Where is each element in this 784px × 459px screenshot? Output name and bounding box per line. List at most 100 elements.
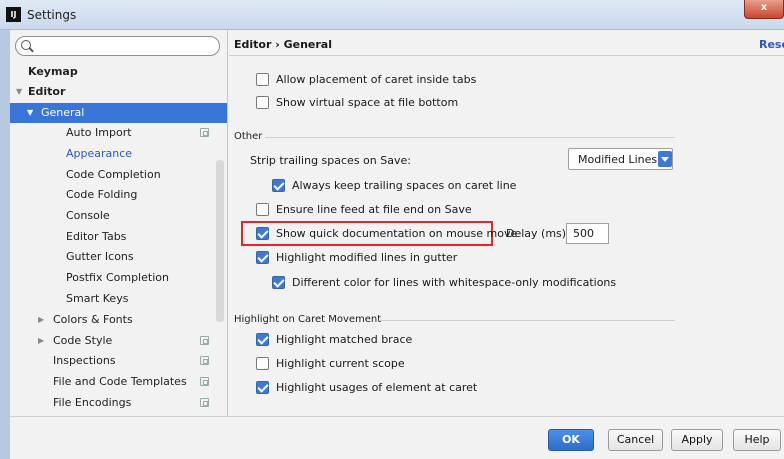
option-label: Highlight modified lines in gutter [276,251,458,264]
intellij-app-icon: IJ [6,7,21,22]
option-label: Show quick documentation on mouse move [276,227,518,240]
checkbox[interactable] [256,72,269,86]
sidebar-item-editor-tabs[interactable]: Editor Tabs [10,227,227,247]
sidebar-item-label: Editor [28,85,66,98]
sidebar-item-code-folding[interactable]: Code Folding [10,185,227,205]
breadcrumb-bar: Editor › General Reset [229,30,784,56]
ensure-line-feed-option[interactable]: Ensure line feed at file end on Save [256,202,472,220]
help-button[interactable]: Help [733,429,781,451]
sidebar-item-label: Auto Import [66,126,132,139]
checkbox[interactable] [256,95,269,109]
delay-label: Delay (ms): [506,227,570,240]
option-label: Different color for lines with whitespac… [292,276,617,289]
sidebar-item-console[interactable]: Console [10,206,227,226]
settings-sidebar: Keymap ▼ Editor ▼ General Auto Import Ap… [10,30,228,416]
strip-trailing-label: Strip trailing spaces on Save: [250,154,411,167]
sidebar-item-general[interactable]: ▼ General [10,103,227,123]
cancel-button[interactable]: Cancel [608,429,663,451]
sidebar-item-label: File and Code Templates [53,375,187,388]
sidebar-item-gutter-icons[interactable]: Gutter Icons [10,247,227,267]
sidebar-item-editor[interactable]: ▼ Editor [10,82,227,102]
search-input[interactable] [15,36,220,56]
sidebar-item-label: Appearance [66,147,133,160]
sidebar-item-label: Code Style [53,334,113,347]
section-divider [379,320,675,321]
checkbox[interactable] [272,275,285,289]
highlight-modified-option[interactable]: Highlight modified lines in gutter [256,250,457,268]
sidebar-item-label: File Encodings [53,396,132,409]
project-scope-icon [200,377,209,386]
settings-content: Editor › General Reset Allow placement o… [229,30,784,416]
usages-option[interactable]: Highlight usages of element at caret [256,380,477,398]
project-scope-icon [200,356,209,365]
project-scope-icon [200,398,209,407]
checkbox[interactable] [256,332,269,346]
collapsed-arrow-icon[interactable]: ▶ [38,331,44,351]
reset-link[interactable]: Reset [759,38,784,51]
apply-button[interactable]: Apply [671,429,723,451]
breadcrumb: Editor › General [234,38,332,51]
sidebar-item-label: Smart Keys [66,292,129,305]
sidebar-item-label: General [41,106,85,119]
section-title-other: Other [234,131,263,142]
sidebar-item-label: Gutter Icons [66,250,134,263]
sidebar-item-appearance[interactable]: Appearance [10,144,227,164]
checkbox[interactable] [256,356,269,370]
sidebar-item-label: Console [66,209,110,222]
expanded-arrow-icon[interactable]: ▼ [27,103,33,123]
window-border [0,30,10,459]
quick-documentation-option[interactable]: Show quick documentation on mouse move [256,226,517,244]
ok-button[interactable]: OK [548,429,594,451]
sidebar-scrollbar[interactable] [216,160,224,322]
search-icon [21,40,31,50]
different-color-option[interactable]: Different color for lines with whitespac… [272,275,616,293]
sidebar-item-label: Inspections [53,354,116,367]
sidebar-item-postfix-completion[interactable]: Postfix Completion [10,268,227,288]
project-scope-icon [200,128,209,137]
strip-trailing-select[interactable]: Modified Lines [568,148,673,170]
option-label: Highlight matched brace [276,333,413,346]
sidebar-item-label: Postfix Completion [66,271,169,284]
collapsed-arrow-icon[interactable]: ▶ [38,310,44,330]
sidebar-item-file-code-templates[interactable]: File and Code Templates [10,372,227,392]
checkbox[interactable] [272,178,285,192]
sidebar-item-file-encodings[interactable]: File Encodings [10,393,227,413]
checkbox[interactable] [256,202,269,216]
expanded-arrow-icon[interactable]: ▼ [16,82,22,102]
allow-caret-in-tabs-option[interactable]: Allow placement of caret inside tabs [256,72,476,90]
dialog-footer: OK Cancel Apply Help [10,416,784,459]
sidebar-item-smart-keys[interactable]: Smart Keys [10,289,227,309]
sidebar-item-auto-import[interactable]: Auto Import [10,123,227,143]
close-button[interactable]: x [744,0,784,19]
current-scope-option[interactable]: Highlight current scope [256,356,405,374]
virtual-space-option[interactable]: Show virtual space at file bottom [256,95,458,113]
sidebar-item-label: Code Completion [66,168,161,181]
section-title-caret: Highlight on Caret Movement [234,314,382,325]
sidebar-item-label: Keymap [28,65,78,78]
delay-input[interactable]: 500 [566,223,609,244]
option-label: Highlight current scope [276,357,405,370]
checkbox[interactable] [256,250,269,264]
chevron-down-icon[interactable] [658,151,672,167]
checkbox[interactable] [256,380,269,394]
option-label: Show virtual space at file bottom [276,96,459,109]
sidebar-item-code-completion[interactable]: Code Completion [10,165,227,185]
option-label: Always keep trailing spaces on caret lin… [292,179,517,192]
option-label: Ensure line feed at file end on Save [276,203,472,216]
select-value: Modified Lines [578,153,658,166]
project-scope-icon [200,336,209,345]
checkbox[interactable] [256,226,269,240]
sidebar-item-colors-fonts[interactable]: ▶ Colors & Fonts [10,310,227,330]
option-label: Allow placement of caret inside tabs [276,73,477,86]
sidebar-item-label: Code Folding [66,188,138,201]
option-label: Highlight usages of element at caret [276,381,478,394]
sidebar-item-code-style[interactable]: ▶ Code Style [10,331,227,351]
window-title: Settings [27,8,77,22]
sidebar-item-label: Editor Tabs [66,230,127,243]
sidebar-item-inspections[interactable]: Inspections [10,351,227,371]
sidebar-item-label: Colors & Fonts [53,313,133,326]
matched-brace-option[interactable]: Highlight matched brace [256,332,412,350]
section-divider [265,137,675,138]
keep-trailing-option[interactable]: Always keep trailing spaces on caret lin… [272,178,516,196]
sidebar-item-keymap[interactable]: Keymap [10,62,227,82]
